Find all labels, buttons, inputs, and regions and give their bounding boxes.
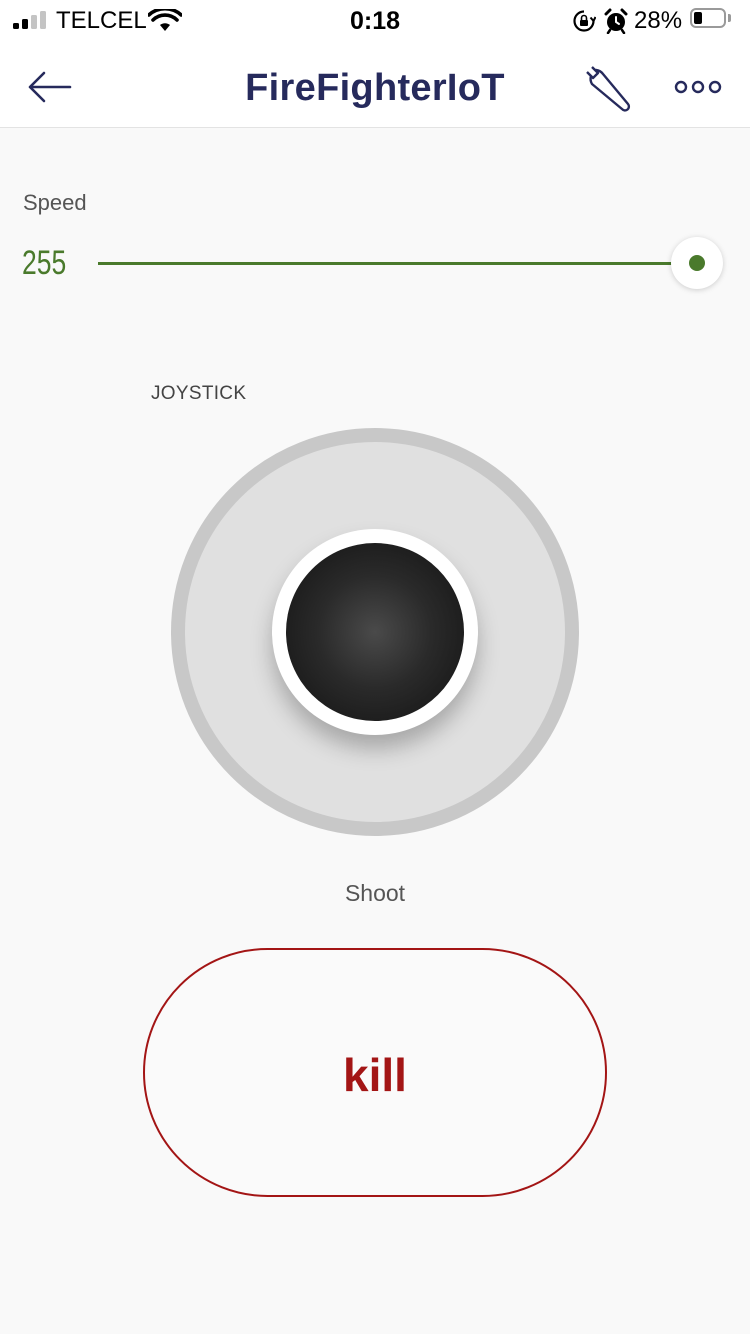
wrench-icon[interactable] [582,64,634,112]
battery-icon [690,8,732,30]
rotation-lock-icon [573,10,596,32]
battery-percent: 28% [634,7,683,34]
status-bar: TELCEL 0:18 28% [0,0,750,42]
slider-handle-dot [689,255,705,271]
kill-button-label: kill [343,1048,407,1101]
kill-button[interactable]: kill [143,948,607,1197]
speed-slider-track[interactable] [98,262,698,265]
speed-slider-handle[interactable] [671,237,723,289]
shoot-label: Shoot [344,880,406,906]
page-title: FireFighterIoT [245,67,505,109]
joystick-knob [286,543,464,721]
app-header: FireFighterIoT [0,42,750,128]
joystick-label: JOYSTICK [151,383,247,404]
more-dots-icon[interactable] [674,74,722,100]
speed-value: 255 [22,244,67,282]
alarm-icon [604,8,628,34]
speed-label: Speed [23,190,87,215]
joystick-handle[interactable] [272,529,478,735]
